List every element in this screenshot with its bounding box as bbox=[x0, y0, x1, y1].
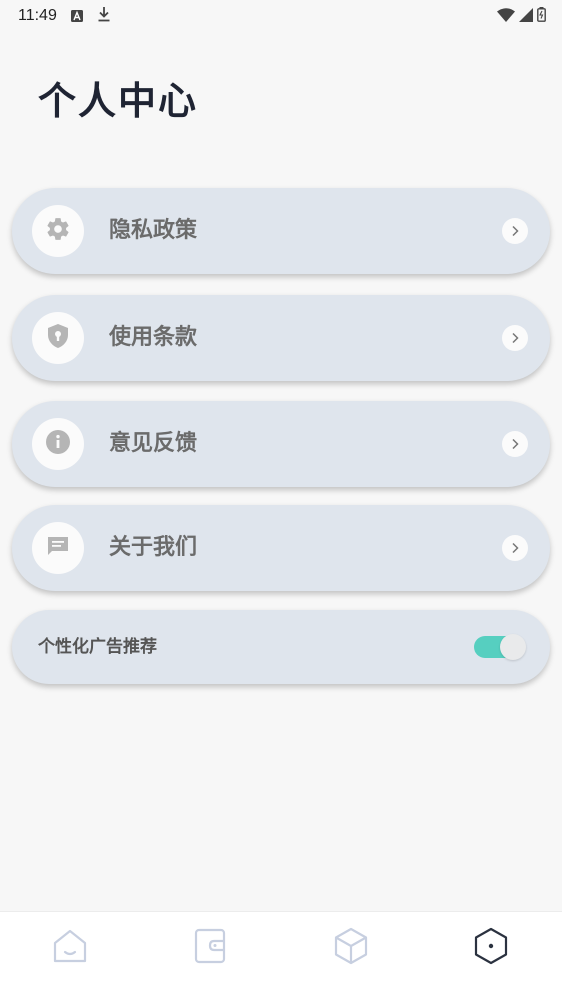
hexagon-icon bbox=[471, 926, 511, 970]
status-time: 11:49 bbox=[18, 7, 57, 24]
menu-icon-circle bbox=[32, 522, 84, 574]
personalized-ads-label: 个性化广告推荐 bbox=[38, 637, 157, 657]
toggle-thumb bbox=[500, 634, 526, 660]
wifi-icon bbox=[497, 7, 515, 26]
chat-icon bbox=[46, 534, 70, 562]
gear-icon bbox=[45, 216, 71, 246]
a-notification-icon bbox=[70, 7, 83, 26]
status-bar: 11:49 bbox=[0, 0, 562, 32]
status-right bbox=[497, 6, 546, 26]
home-icon bbox=[50, 926, 90, 970]
info-icon bbox=[45, 429, 71, 459]
cube-icon bbox=[331, 926, 371, 970]
shield-icon bbox=[46, 323, 70, 353]
menu-item-label: 使用条款 bbox=[109, 325, 198, 350]
menu-item-label: 关于我们 bbox=[109, 535, 198, 560]
personalized-ads-toggle[interactable] bbox=[474, 634, 526, 660]
wallet-icon bbox=[190, 926, 230, 970]
menu-item-about-us[interactable]: 关于我们 bbox=[12, 505, 550, 591]
chevron-right-icon bbox=[502, 431, 528, 457]
personalized-ads-row: 个性化广告推荐 bbox=[12, 610, 550, 684]
menu-icon-circle bbox=[32, 312, 84, 364]
menu-item-label: 意见反馈 bbox=[109, 431, 198, 456]
signal-icon bbox=[519, 7, 533, 26]
menu-icon-circle bbox=[32, 418, 84, 470]
nav-box[interactable] bbox=[329, 926, 373, 970]
menu-item-label: 隐私政策 bbox=[109, 218, 198, 243]
nav-profile[interactable] bbox=[469, 926, 513, 970]
download-icon bbox=[97, 6, 111, 26]
menu-item-privacy-policy[interactable]: 隐私政策 bbox=[12, 188, 550, 274]
nav-home[interactable] bbox=[48, 926, 92, 970]
chevron-right-icon bbox=[502, 535, 528, 561]
menu-item-feedback[interactable]: 意见反馈 bbox=[12, 401, 550, 487]
menu-icon-circle bbox=[32, 205, 84, 257]
chevron-right-icon bbox=[502, 218, 528, 244]
bottom-nav bbox=[0, 911, 562, 1000]
page-title: 个人中心 bbox=[38, 79, 199, 123]
chevron-right-icon bbox=[502, 325, 528, 351]
status-left: 11:49 bbox=[18, 6, 111, 26]
battery-icon bbox=[537, 6, 546, 26]
menu-item-terms-of-use[interactable]: 使用条款 bbox=[12, 295, 550, 381]
nav-wallet[interactable] bbox=[188, 926, 232, 970]
